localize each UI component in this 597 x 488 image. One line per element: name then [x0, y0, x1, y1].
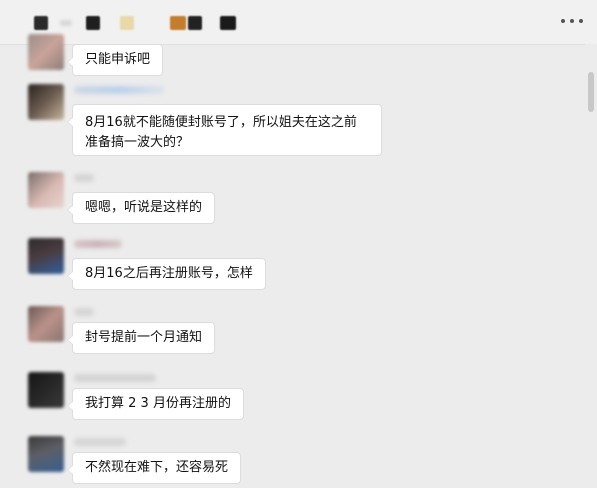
sender-name-blur — [74, 308, 94, 316]
message-bubble: 不然现在难下，还容易死 — [66, 452, 242, 484]
more-dots-icon[interactable] — [561, 14, 583, 28]
sender-name-blur — [74, 86, 164, 94]
message-bubble: 我打算 2 3 月份再注册的 — [67, 388, 244, 420]
avatar — [28, 84, 64, 120]
avatar — [28, 436, 64, 472]
title-blur-5 — [170, 16, 186, 30]
message-bubble: 8月16之后再注册账号，怎样 — [67, 258, 266, 290]
message-bubble: 封号提前一个月通知 — [66, 322, 216, 354]
avatar — [28, 306, 64, 342]
avatar — [28, 238, 64, 274]
sender-name-blur — [74, 240, 122, 248]
avatar — [28, 34, 64, 70]
chat-header — [0, 0, 597, 45]
chat-window: 只能申诉吧 8月16就不能随便封账号了，所以姐夫在这之前准备搞一波大的？ 嗯嗯，… — [0, 0, 597, 488]
sender-name-blur — [74, 438, 126, 446]
title-blur-7 — [220, 16, 236, 30]
message-bubble: 嗯嗯，听说是这样的 — [66, 192, 216, 224]
dot — [561, 19, 565, 23]
title-blur-6 — [188, 16, 202, 30]
title-blur-1 — [34, 16, 48, 30]
title-blur-3 — [86, 16, 100, 30]
dot — [570, 19, 574, 23]
scrollbar-thumb[interactable] — [588, 72, 594, 112]
avatar — [28, 172, 64, 208]
message-bubble: 只能申诉吧 — [66, 44, 164, 76]
sender-name-blur — [74, 374, 156, 382]
scrollbar[interactable] — [585, 44, 597, 488]
title-blur-2 — [60, 20, 72, 26]
avatar — [28, 372, 64, 408]
sender-name-blur — [74, 174, 94, 182]
message-bubble: 8月16就不能随便封账号了，所以姐夫在这之前准备搞一波大的？ — [67, 104, 382, 156]
message-list[interactable]: 只能申诉吧 8月16就不能随便封账号了，所以姐夫在这之前准备搞一波大的？ 嗯嗯，… — [0, 34, 585, 488]
title-blur-4 — [120, 16, 134, 30]
dot — [579, 19, 583, 23]
